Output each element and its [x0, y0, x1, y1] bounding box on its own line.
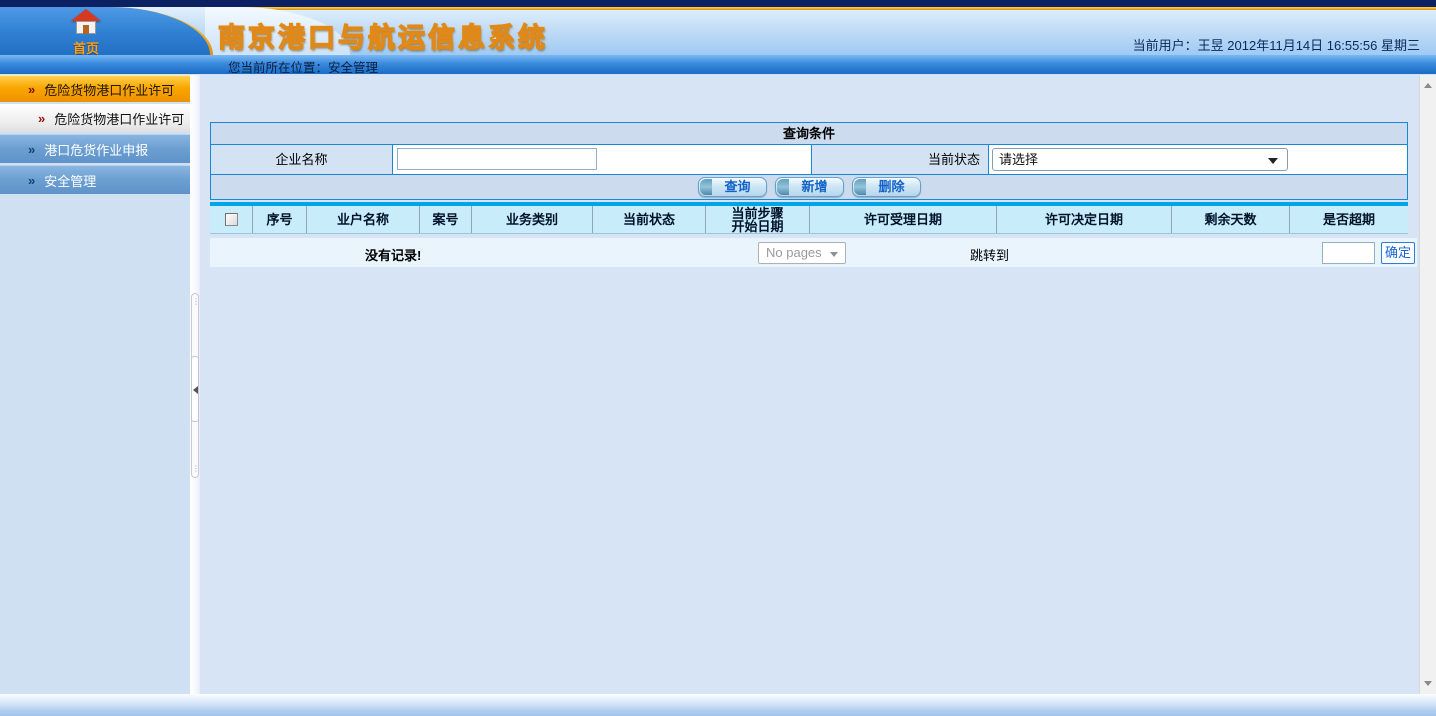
column-header-current-status: 当前状态 — [593, 206, 706, 233]
select-all-cell — [210, 206, 253, 233]
current-status-label: 当前状态 — [812, 145, 989, 174]
column-header-overdue: 是否超期 — [1290, 206, 1408, 233]
vertical-scrollbar[interactable] — [1419, 75, 1436, 694]
menu-arrow-icon: » — [28, 83, 35, 96]
company-name-cell — [393, 145, 812, 174]
company-name-label: 企业名称 — [211, 145, 393, 174]
jump-to-label: 跳转到 — [970, 245, 1009, 264]
main-content: 查询条件 企业名称 当前状态 请选择 查询 新增 删除 — [200, 75, 1419, 694]
gold-accent-line — [205, 7, 1436, 10]
empty-records-message: 没有记录! — [365, 245, 421, 264]
add-button[interactable]: 新增 — [775, 177, 844, 197]
sidebar-menu: » 危险货物港口作业许可 » 危险货物港口作业许可 » 港口危货作业申报 » 安… — [0, 75, 190, 694]
sidebar-item-label: 危险货物港口作业许可 — [44, 80, 174, 99]
pages-select-value: No pages — [766, 245, 822, 260]
pages-select[interactable]: No pages — [758, 242, 846, 264]
delete-button[interactable]: 删除 — [852, 177, 921, 197]
column-header-decision-date: 许可决定日期 — [997, 206, 1172, 233]
logo-curve-border — [0, 7, 213, 55]
pagination-bar: 没有记录! No pages 跳转到 确定 — [210, 238, 1417, 267]
sidebar-item-label: 安全管理 — [44, 171, 96, 190]
splitter-collapse-handle[interactable] — [191, 356, 199, 422]
current-user-info: 当前用户：王昱 2012年11月14日 16:55:56 星期三 — [1133, 35, 1420, 54]
breadcrumb: 您当前所在位置：安全管理 — [228, 57, 378, 76]
home-button[interactable]: 首页 — [66, 9, 106, 57]
search-button[interactable]: 查询 — [698, 177, 767, 197]
splitter-grip-icon: ⋮⋮ — [192, 465, 198, 473]
company-name-input[interactable] — [397, 148, 597, 170]
menu-arrow-icon: » — [28, 143, 35, 156]
footer-bar — [0, 694, 1436, 716]
app-window: 首页 南京港口与航运信息系统 当前用户：王昱 2012年11月14日 16:55… — [0, 0, 1436, 716]
top-navy-bar — [0, 0, 1436, 7]
select-all-checkbox[interactable] — [225, 213, 238, 226]
current-status-selected-value: 请选择 — [999, 152, 1038, 167]
results-table-header: 序号 业户名称 案号 业务类别 当前状态 当前步骤 开始日期 许可受理日期 许可… — [210, 206, 1408, 234]
app-header: 首页 南京港口与航运信息系统 当前用户：王昱 2012年11月14日 16:55… — [0, 7, 1436, 55]
current-status-select[interactable]: 请选择 — [992, 148, 1288, 171]
current-status-cell: 请选择 — [989, 145, 1407, 174]
breadcrumb-bar: 您当前所在位置：安全管理 — [0, 55, 1436, 75]
column-header-current-step-date: 当前步骤 开始日期 — [706, 206, 810, 233]
scroll-up-arrow-icon[interactable] — [1420, 77, 1436, 94]
sidebar-item-label: 危险货物港口作业许可 — [54, 109, 184, 128]
system-title: 南京港口与航运信息系统 — [218, 16, 548, 55]
query-panel-title: 查询条件 — [211, 123, 1407, 145]
splitter-grip-icon: ⋮⋮ — [192, 298, 198, 306]
sidebar-splitter: ⋮⋮ ⋮⋮ — [190, 75, 200, 694]
sidebar-item-safety-management[interactable]: » 安全管理 — [0, 165, 190, 194]
confirm-button[interactable]: 确定 — [1381, 242, 1415, 264]
query-form: 查询条件 企业名称 当前状态 请选择 查询 新增 删除 — [210, 122, 1408, 200]
column-header-days-remaining: 剩余天数 — [1172, 206, 1290, 233]
query-form-row: 企业名称 当前状态 请选择 — [211, 145, 1407, 175]
sidebar-subitem-dangerous-goods-permit[interactable]: » 危险货物港口作业许可 — [0, 104, 190, 132]
sidebar-item-port-cargo-declaration[interactable]: » 港口危货作业申报 — [0, 134, 190, 163]
submenu-arrow-icon: » — [38, 112, 45, 125]
query-buttons-row: 查询 新增 删除 — [211, 175, 1407, 199]
scroll-down-arrow-icon[interactable] — [1420, 675, 1436, 692]
column-header-case-no: 案号 — [420, 206, 472, 233]
splitter-slider[interactable]: ⋮⋮ ⋮⋮ — [191, 293, 199, 478]
column-header-seq: 序号 — [253, 206, 307, 233]
sidebar-item-dangerous-goods-permit[interactable]: » 危险货物港口作业许可 — [0, 75, 190, 102]
home-icon — [69, 9, 103, 37]
sidebar-item-label: 港口危货作业申报 — [44, 140, 148, 159]
column-header-accept-date: 许可受理日期 — [810, 206, 997, 233]
menu-arrow-icon: » — [28, 174, 35, 187]
jump-to-page-input[interactable] — [1322, 242, 1375, 264]
column-header-company: 业户名称 — [307, 206, 420, 233]
column-header-business-type: 业务类别 — [472, 206, 593, 233]
